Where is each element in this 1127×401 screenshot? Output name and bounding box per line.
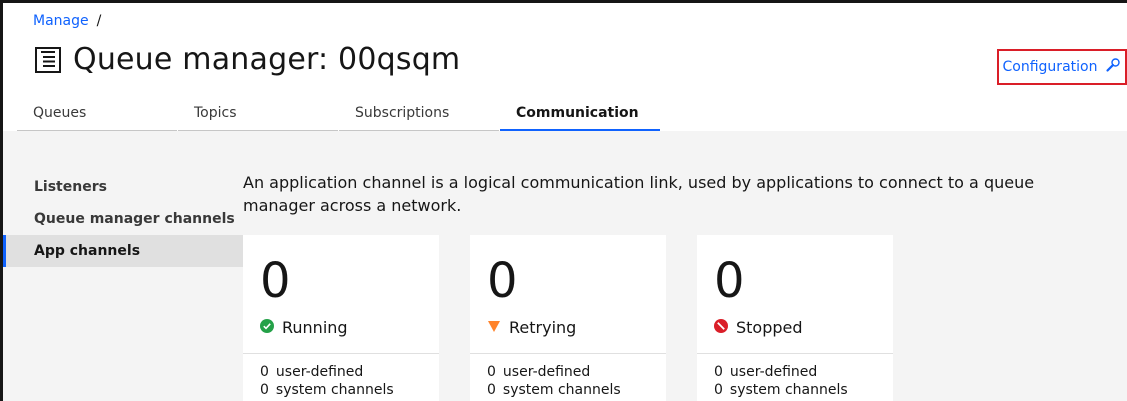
tab-topics[interactable]: Topics [178,96,338,131]
sidenav-item-queue-manager-channels[interactable]: Queue manager channels [3,203,243,235]
page-title: Queue manager: 00qsqm [73,42,461,77]
retrying-system-channels: 0 system channels [487,382,621,398]
section-description: An application channel is a logical comm… [243,173,1035,215]
stopped-system-label: system channels [729,382,848,398]
stopped-user-defined-label: user-defined [729,364,818,380]
running-system-count: 0 [260,382,269,398]
running-label: Running [282,318,348,337]
queue-manager-icon [33,45,63,75]
retrying-system-label: system channels [502,382,621,398]
retrying-user-defined-label: user-defined [502,364,591,380]
retrying-system-count: 0 [487,382,496,398]
sidenav-item-app-channels[interactable]: App channels [3,235,243,267]
stopped-user-defined: 0 user-defined [714,364,817,380]
retrying-user-defined-count: 0 [487,364,496,380]
window-top-border [0,0,1127,3]
running-system-label: system channels [275,382,394,398]
stopped-count: 0 [714,253,745,309]
tab-queues[interactable]: Queues [17,96,177,131]
wrench-icon [1105,57,1121,77]
retrying-status: Retrying [487,318,576,337]
breadcrumb-manage-link[interactable]: Manage [33,13,89,29]
card-divider [470,353,666,354]
side-navigation: Listeners Queue manager channels App cha… [3,171,243,267]
running-user-defined-label: user-defined [275,364,364,380]
retrying-status-card: 0 Retrying 0 user-defined 0 system chann… [470,235,666,401]
tab-bar: Queues Topics Subscriptions Communicatio… [17,96,661,131]
check-circle-icon [260,318,274,337]
communication-panel: Listeners Queue manager channels App cha… [3,131,1127,401]
running-system-channels: 0 system channels [260,382,394,398]
tab-communication[interactable]: Communication [500,96,660,131]
stopped-status-card: 0 Stopped 0 user-defined 0 system channe… [697,235,893,401]
running-count: 0 [260,253,291,309]
stopped-system-count: 0 [714,382,723,398]
sidenav-item-listeners[interactable]: Listeners [3,171,243,203]
running-user-defined-count: 0 [260,364,269,380]
tab-subscriptions[interactable]: Subscriptions [339,96,499,131]
running-user-defined: 0 user-defined [260,364,363,380]
running-status: Running [260,318,348,337]
stopped-status: Stopped [714,318,803,337]
configuration-button[interactable]: Configuration [997,49,1127,85]
card-divider [243,353,439,354]
configuration-label: Configuration [1002,59,1098,75]
retrying-user-defined: 0 user-defined [487,364,590,380]
stop-circle-icon [714,318,728,337]
page-header: Queue manager: 00qsqm [33,42,460,77]
retrying-count: 0 [487,253,518,309]
warning-triangle-icon [487,318,501,337]
stopped-label: Stopped [736,318,803,337]
card-divider [697,353,893,354]
stopped-user-defined-count: 0 [714,364,723,380]
running-status-card: 0 Running 0 user-defined 0 system channe… [243,235,439,401]
retrying-label: Retrying [509,318,577,337]
breadcrumb: Manage / [33,13,101,29]
breadcrumb-separator: / [96,13,102,29]
stopped-system-channels: 0 system channels [714,382,848,398]
